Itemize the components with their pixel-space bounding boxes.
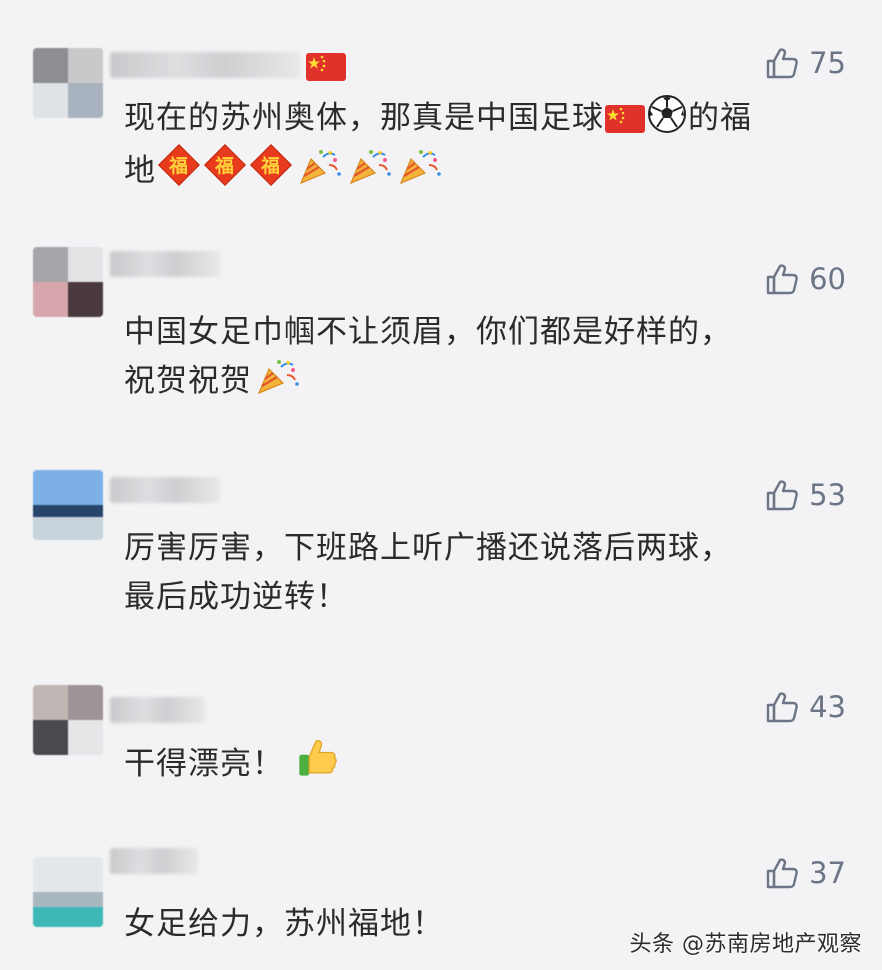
party-popper-icon [395, 147, 443, 187]
comment-text-line: 厉害厉害，下班路上听广播还说落后两球， [124, 530, 732, 566]
thumbs-up-outline-icon [765, 262, 799, 296]
party-popper-icon [295, 147, 343, 187]
avatar[interactable] [33, 48, 103, 118]
fu-diamond-icon [249, 143, 293, 187]
soccer-ball-icon [647, 94, 687, 134]
china-flag-icon [605, 104, 645, 134]
like-count: 43 [809, 690, 846, 724]
china-flag-icon [306, 53, 346, 81]
like-count: 60 [809, 262, 846, 296]
watermark: 头条 @苏南房地产观察 [629, 932, 862, 957]
username-blurred[interactable] [110, 697, 205, 723]
comment-text-line: 干得漂亮！ [124, 746, 284, 782]
like-button[interactable]: 37 [765, 856, 846, 890]
party-popper-icon [253, 357, 301, 397]
thumbs-up-emoji-icon [296, 736, 340, 780]
like-count: 53 [809, 478, 846, 512]
party-popper-icon [345, 147, 393, 187]
comment-text-line: 的福 [688, 100, 752, 136]
username-blurred[interactable] [110, 848, 198, 874]
thumbs-up-outline-icon [765, 46, 799, 80]
avatar[interactable] [33, 470, 103, 540]
avatar[interactable] [33, 247, 103, 317]
like-button[interactable]: 60 [765, 262, 846, 296]
avatar[interactable] [33, 857, 103, 927]
comment-text-line: 最后成功逆转！ [124, 579, 348, 615]
comment-text: 干得漂亮！ [124, 736, 844, 789]
thumbs-up-outline-icon [765, 690, 799, 724]
comment-text: 现在的苏州奥体，那真是中国足球 的福 地 [124, 94, 844, 196]
like-button[interactable]: 53 [765, 478, 846, 512]
like-button[interactable]: 43 [765, 690, 846, 724]
comment-text: 中国女足巾帼不让须眉，你们都是好样的， 祝贺祝贺 [124, 308, 844, 406]
avatar[interactable] [33, 685, 103, 755]
username-blurred[interactable] [110, 251, 220, 277]
username-blurred[interactable] [110, 52, 300, 78]
comment-text-line: 中国女足巾帼不让须眉，你们都是好样的， [124, 314, 732, 350]
like-button[interactable]: 75 [765, 46, 846, 80]
username-blurred[interactable] [110, 477, 220, 503]
like-count: 37 [809, 856, 846, 890]
fu-diamond-icon [157, 143, 201, 187]
fu-diamond-icon [203, 143, 247, 187]
comment-text-line: 祝贺祝贺 [124, 363, 252, 399]
thumbs-up-outline-icon [765, 856, 799, 890]
comment-text-line: 女足给力，苏州福地！ [124, 906, 444, 942]
thumbs-up-outline-icon [765, 478, 799, 512]
comment-text-line: 地 [124, 153, 156, 189]
comment-text: 厉害厉害，下班路上听广播还说落后两球， 最后成功逆转！ [124, 524, 844, 622]
comment-text-line: 现在的苏州奥体，那真是中国足球 [124, 100, 604, 136]
like-count: 75 [809, 46, 846, 80]
